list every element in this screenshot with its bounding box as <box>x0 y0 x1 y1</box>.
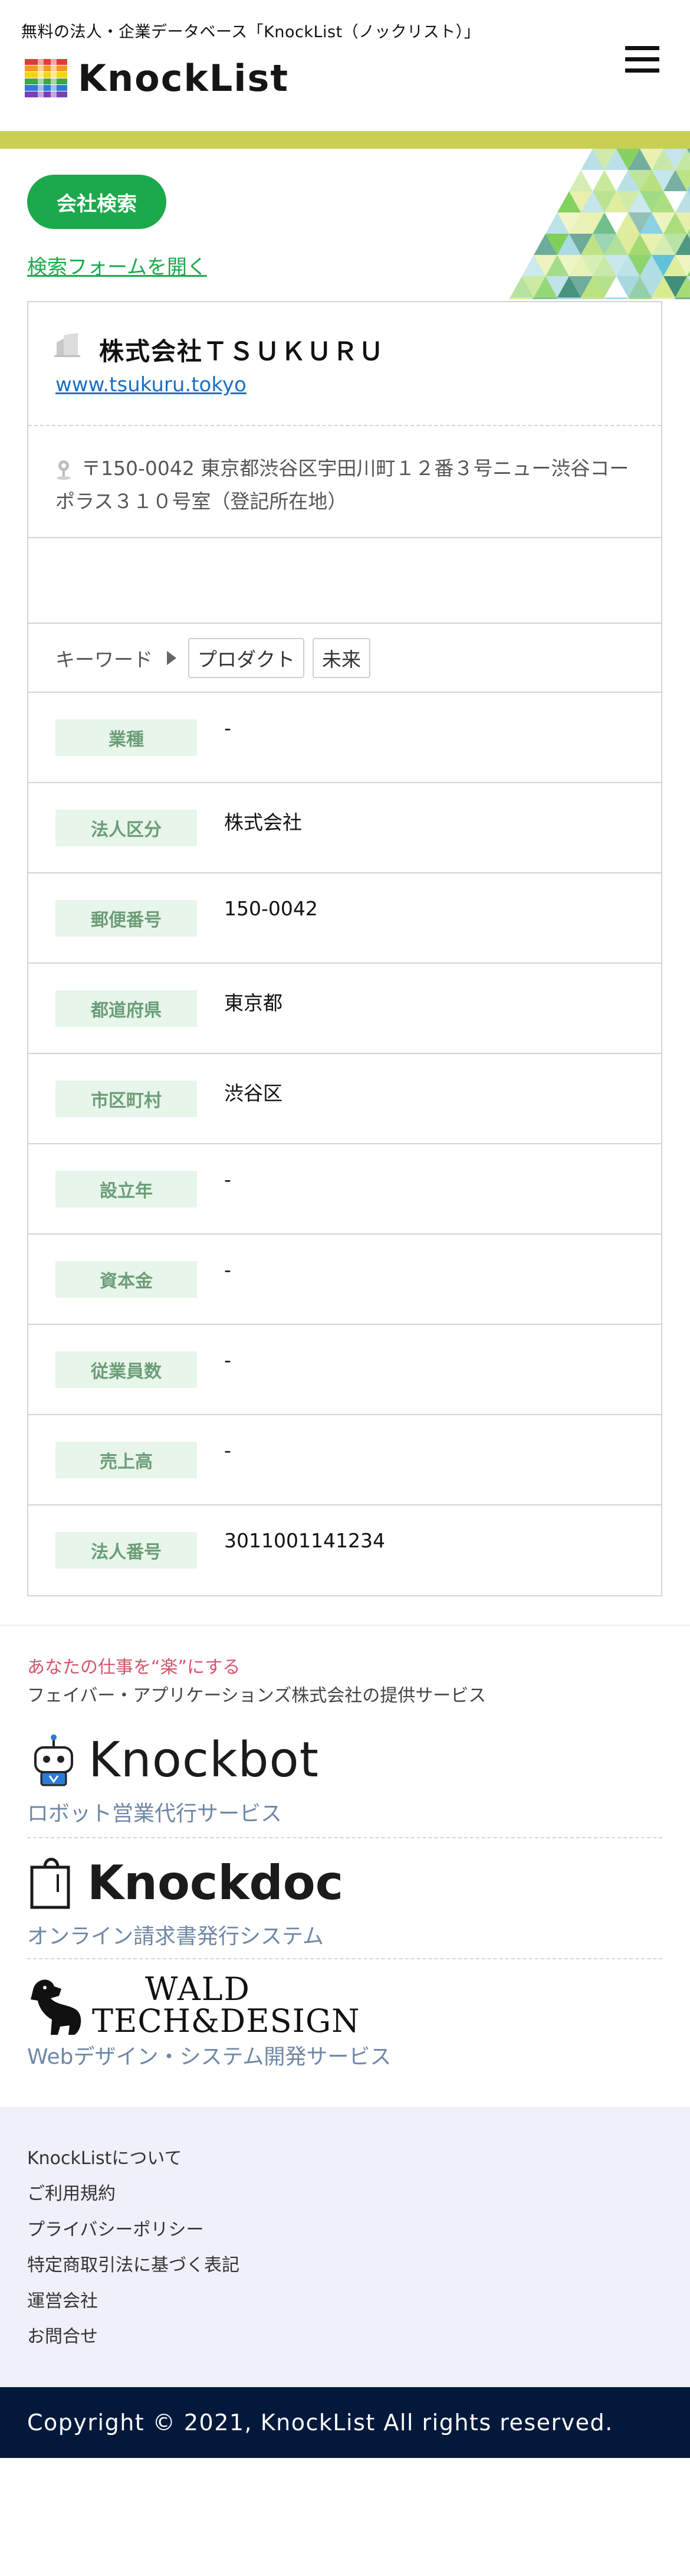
company-detail-card: 株式会社ＴＳＵＫＵＲＵ www.tsukuru.tokyo 〒150-0042 … <box>27 301 662 1596</box>
site-logo[interactable]: KnockList <box>25 59 289 98</box>
info-label: 業種 <box>55 719 197 756</box>
logo-text: KnockList <box>78 57 290 100</box>
decor-triangle <box>652 297 675 299</box>
info-row-city: 市区町村 渋谷区 <box>28 1054 661 1144</box>
services-catchphrase: あなたの仕事を“楽”にする <box>27 1657 241 1678</box>
company-search-button[interactable]: 会社検索 <box>27 175 166 229</box>
decor-triangle <box>510 297 534 299</box>
info-label: 設立年 <box>55 1171 197 1207</box>
address-row: 〒150-0042 東京都渋谷区宇田川町１２番３号ニュー渋谷コーポラス３１０号室… <box>28 426 661 538</box>
info-label: 従業員数 <box>55 1351 197 1388</box>
company-address: 〒150-0042 東京都渋谷区宇田川町１２番３号ニュー渋谷コーポラス３１０号室… <box>55 457 629 513</box>
info-row-revenue: 売上高 - <box>28 1415 661 1505</box>
open-search-form-link[interactable]: 検索フォームを開く <box>27 251 207 280</box>
service-description: ロボット営業代行サービス <box>27 1802 282 1826</box>
info-value: 株式会社 <box>224 811 302 834</box>
copyright-bar: Copyright © 2021, KnockList All rights r… <box>0 2387 690 2458</box>
service-separator <box>27 1837 662 1838</box>
info-row-capital: 資本金 - <box>28 1235 661 1325</box>
decor-triangle <box>581 297 604 299</box>
service-wald[interactable]: WALD TECH&DESIGN Webデザイン・システム開発サービス <box>27 1971 662 2070</box>
triangle-pattern-decoration <box>487 149 690 299</box>
decor-triangle <box>557 297 581 299</box>
knockdoc-logo-text: Knockdoc <box>87 1855 344 1910</box>
info-label: 法人番号 <box>55 1532 197 1569</box>
dog-icon <box>31 1979 81 2035</box>
info-value: 3011001141234 <box>224 1529 385 1552</box>
info-value: 東京都 <box>224 991 282 1014</box>
service-description: Webデザイン・システム開発サービス <box>27 2045 392 2069</box>
footer-links: KnockListについて ご利用規約 プライバシーポリシー 特定商取引法に基づ… <box>0 2107 690 2387</box>
info-value: - <box>224 1258 231 1281</box>
info-row-postal-code: 郵便番号 150-0042 <box>28 873 661 964</box>
site-header: 無料の法人・企業データベース「KnockList（ノックリスト）」 KnockL… <box>0 0 690 131</box>
company-name: 株式会社ＴＳＵＫＵＲＵ <box>99 337 385 366</box>
header-accent-bar <box>0 131 690 149</box>
decor-triangle <box>628 297 652 299</box>
info-label: 市区町村 <box>55 1081 197 1117</box>
info-value: 渋谷区 <box>224 1082 282 1105</box>
info-label: 郵便番号 <box>55 900 197 937</box>
info-row-corporate-type: 法人区分 株式会社 <box>28 783 661 873</box>
info-label: 資本金 <box>55 1261 197 1298</box>
wald-logo-text: WALD <box>145 1971 251 2008</box>
info-row-prefecture: 都道府県 東京都 <box>28 964 661 1054</box>
footer-link-commerce-law[interactable]: 特定商取引法に基づく表記 <box>27 2250 239 2276</box>
info-row-employees: 従業員数 - <box>28 1325 661 1415</box>
decor-triangle <box>675 297 690 299</box>
building-icon <box>54 333 80 357</box>
knockbot-logo-text: Knockbot <box>88 1731 319 1788</box>
info-label: 法人区分 <box>55 810 197 846</box>
info-label: 売上高 <box>55 1442 197 1478</box>
service-knockdoc[interactable]: Knockdoc オンライン請求書発行システム <box>27 1855 662 1950</box>
service-knockbot[interactable]: Knockbot ロボット営業代行サービス <box>27 1732 662 1827</box>
decor-triangle <box>604 297 628 299</box>
footer-link-company[interactable]: 運営会社 <box>27 2286 98 2312</box>
info-value: - <box>224 1348 231 1372</box>
company-header: 株式会社ＴＳＵＫＵＲＵ www.tsukuru.tokyo <box>28 302 661 426</box>
keyword-label: キーワード <box>55 647 153 671</box>
site-tagline: 無料の法人・企業データベース「KnockList（ノックリスト）」 <box>21 23 481 41</box>
robot-icon <box>34 1734 73 1786</box>
info-row-industry: 業種 - <box>28 693 661 783</box>
footer-link-contact[interactable]: お問合せ <box>27 2322 98 2348</box>
info-value: - <box>224 1439 231 1462</box>
decor-triangle <box>534 297 557 299</box>
decor-triangle <box>487 297 510 299</box>
logo-mark-icon <box>25 59 67 98</box>
keyword-tag[interactable]: プロダクト <box>188 637 304 678</box>
info-row-corporate-number: 法人番号 3011001141234 <box>28 1505 661 1596</box>
footer-link-terms[interactable]: ご利用規約 <box>27 2179 116 2205</box>
footer-link-privacy[interactable]: プライバシーポリシー <box>27 2215 203 2241</box>
caret-right-icon <box>167 650 176 665</box>
empty-row <box>28 538 661 624</box>
keyword-row: キーワード プロダクト 未来 <box>28 624 661 693</box>
company-website-link[interactable]: www.tsukuru.tokyo <box>55 373 247 397</box>
keyword-tag[interactable]: 未来 <box>313 637 370 678</box>
info-value: 150-0042 <box>224 897 318 920</box>
service-description: オンライン請求書発行システム <box>27 1924 324 1949</box>
service-separator <box>27 1958 662 1959</box>
info-value: - <box>224 1168 231 1191</box>
wald-logo-subtext: TECH&DESIGN <box>92 2002 360 2040</box>
footer-link-about[interactable]: KnockListについて <box>27 2143 182 2169</box>
info-row-founded-year: 設立年 - <box>28 1144 661 1235</box>
section-divider <box>0 1625 690 1626</box>
services-provider: フェイバー・アプリケーションズ株式会社の提供サービス <box>27 1685 487 1706</box>
info-value: - <box>224 716 231 739</box>
hamburger-menu-icon[interactable] <box>625 46 659 76</box>
info-label: 都道府県 <box>55 990 197 1027</box>
document-icon <box>30 1857 70 1909</box>
